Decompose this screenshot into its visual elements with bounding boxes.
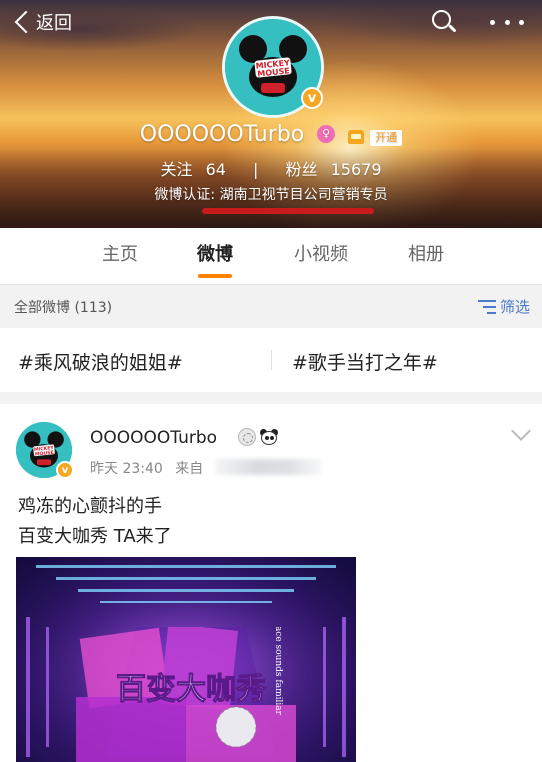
- more-button[interactable]: [490, 8, 524, 36]
- filter-bar: 全部微博 (113) 筛选: [0, 284, 542, 328]
- profile-page: 返回 MICKEY MOUSE v OOOOOOTurbo ♀ 开通 关注 64…: [0, 0, 542, 762]
- profile-name-row: OOOOOOTurbo ♀ 开通: [0, 121, 542, 147]
- followers-count: 15679: [330, 160, 382, 179]
- more-dot-icon: [490, 19, 495, 25]
- topic-divider: [271, 350, 272, 370]
- panda-badge-icon: [259, 428, 279, 446]
- followers-stat[interactable]: 粉丝 15679: [282, 160, 386, 179]
- stats-divider: |: [253, 160, 259, 179]
- profile-tabs: 主页 微博 小视频 相册: [0, 228, 542, 284]
- vip-open-label: 开通: [370, 130, 403, 146]
- tab-short-video[interactable]: 小视频: [281, 228, 361, 284]
- back-label: 返回: [36, 13, 72, 34]
- tab-label: 小视频: [294, 244, 348, 265]
- verified-badge: v: [301, 87, 323, 109]
- vip-badge[interactable]: 开通: [348, 125, 403, 146]
- search-button[interactable]: [430, 8, 458, 36]
- more-dot-icon: [504, 19, 510, 25]
- back-button[interactable]: 返回: [12, 8, 72, 36]
- tab-home[interactable]: 主页: [80, 228, 160, 284]
- post-text-line: 百变大咖秀 TA来了: [18, 526, 172, 547]
- filter-label: 筛选: [499, 298, 530, 316]
- post-time: 昨天 23:40: [90, 461, 163, 477]
- profile-avatar[interactable]: MICKEY MOUSE v: [222, 16, 324, 118]
- tab-album[interactable]: 相册: [386, 228, 466, 284]
- tab-label: 主页: [102, 244, 138, 265]
- verified-badge: v: [56, 461, 74, 479]
- profile-name: OOOOOOTurbo: [139, 121, 305, 147]
- show-side-text: Your face sounds familiar: [273, 627, 283, 716]
- more-dot-icon: [519, 19, 524, 25]
- weibo-post: MICKEY MOUSE v OOOOOOTurbo 昨天 23:40 来自 鸡…: [0, 404, 542, 762]
- chevron-left-icon: [12, 9, 34, 35]
- verification-text: 微博认证: 湖南卫视节目公司营销专员: [154, 187, 388, 203]
- post-author-avatar[interactable]: MICKEY MOUSE v: [16, 422, 74, 479]
- blurred-source: [215, 459, 322, 475]
- red-annotation-underline: [202, 208, 374, 214]
- post-image[interactable]: 百变大咖秀 Your face sounds familiar: [16, 557, 356, 762]
- post-source-prefix: 来自: [175, 461, 204, 477]
- tab-label: 相册: [408, 244, 444, 265]
- active-tab-indicator: [198, 274, 232, 278]
- post-author-name[interactable]: OOOOOOTurbo: [90, 428, 217, 448]
- author-badges: [238, 428, 279, 446]
- topic-link[interactable]: #乘风破浪的姐姐#: [18, 348, 183, 375]
- post-menu-chevron-icon[interactable]: [511, 421, 531, 441]
- all-posts-count: 全部微博 (113): [14, 300, 113, 316]
- following-count: 64: [205, 160, 226, 179]
- search-icon-handle: [448, 24, 457, 33]
- followers-label: 粉丝: [285, 160, 318, 179]
- profile-header: 返回 MICKEY MOUSE v OOOOOOTurbo ♀ 开通 关注 64…: [0, 0, 542, 228]
- female-gender-icon: ♀: [317, 125, 336, 143]
- post-text-line: 鸡冻的心颤抖的手: [18, 496, 162, 517]
- filter-button[interactable]: 筛选: [477, 296, 530, 317]
- crown-icon: [348, 130, 365, 144]
- tab-weibo[interactable]: 微博: [175, 228, 255, 284]
- following-label: 关注: [160, 160, 193, 179]
- following-stat[interactable]: 关注 64: [156, 160, 235, 179]
- post-meta: 昨天 23:40 来自: [90, 458, 203, 478]
- medal-badge-icon: [238, 428, 256, 446]
- profile-stats: 关注 64 | 粉丝 15679: [0, 156, 542, 180]
- topic-link[interactable]: #歌手当打之年#: [292, 348, 438, 375]
- tab-label: 微博: [197, 244, 233, 265]
- topic-row: #乘风破浪的姐姐# #歌手当打之年#: [0, 328, 542, 392]
- show-logo-graphic: 百变大咖秀 Your face sounds familiar: [76, 627, 296, 762]
- show-title-text: 百变大咖秀: [116, 672, 266, 707]
- filter-icon: [477, 299, 496, 315]
